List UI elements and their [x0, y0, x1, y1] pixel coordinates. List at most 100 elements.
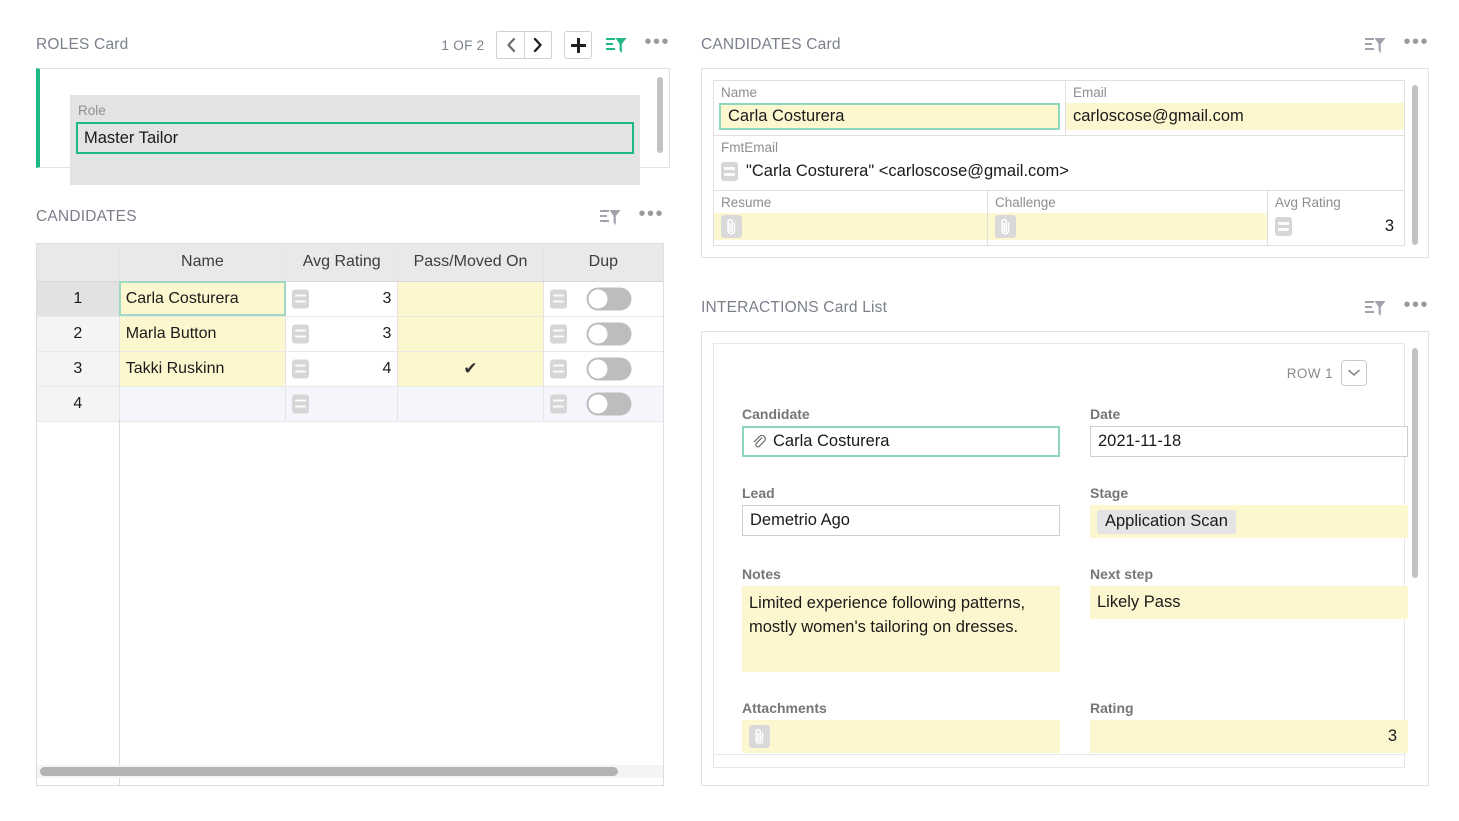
column-header-avg-rating[interactable]: Avg Rating	[286, 244, 398, 281]
column-header-pass-moved-on[interactable]: Pass/Moved On	[398, 244, 543, 281]
stage-field-value-wrap[interactable]: Application Scan	[1090, 505, 1408, 538]
attachment-icon[interactable]	[721, 215, 742, 238]
candidates-scroll-thumb[interactable]	[40, 767, 618, 776]
avg-rating-value: 4	[382, 360, 391, 377]
dup-cell[interactable]	[543, 386, 663, 421]
row-label: ROW 1	[1287, 366, 1333, 381]
role-field-label: Role	[70, 103, 640, 118]
name-field-value[interactable]: Carla Costurera	[719, 103, 1060, 130]
row-spacer	[1060, 672, 1090, 700]
candidates-card-vertical-scrollbar[interactable]	[1412, 85, 1418, 245]
formula-icon	[292, 394, 309, 413]
candidates-more-button[interactable]: •••	[638, 209, 664, 225]
attachment-icon[interactable]	[749, 725, 770, 748]
next-step-field-value[interactable]: Likely Pass	[1090, 586, 1408, 619]
name-cell[interactable]: Marla Button	[119, 316, 285, 351]
table-row[interactable]: 3 Takki Ruskinn 4 ✔	[37, 351, 664, 386]
avg-rating-cell[interactable]: 4	[286, 351, 398, 386]
candidates-grid[interactable]: Name Avg Rating Pass/Moved On Dup 1 Carl…	[36, 243, 664, 786]
row-dropdown-button[interactable]	[1341, 360, 1367, 386]
candidates-card-filter-button[interactable]	[1363, 33, 1387, 57]
name-field-label: Name	[714, 85, 1065, 103]
avg-rating-field-value-wrap[interactable]: 3	[1268, 213, 1404, 240]
roles-more-button[interactable]: •••	[644, 37, 670, 53]
candidates-card-header: CANDIDATES Card •••	[701, 32, 1429, 58]
name-cell[interactable]: Takki Ruskinn	[119, 351, 285, 386]
date-field-label: Date	[1090, 406, 1408, 422]
candidates-card-panel: Name Carla Costurera Email carloscose@gm…	[701, 68, 1429, 258]
notes-field-label: Notes	[742, 566, 1060, 582]
avg-rating-cell[interactable]: 3	[286, 281, 398, 316]
attachment-icon[interactable]	[995, 215, 1016, 238]
fmtemail-field-value-wrap[interactable]: "Carla Costurera" <carloscose@gmail.com>	[714, 158, 1404, 185]
chevron-right-icon	[533, 38, 543, 52]
table-row[interactable]: 4	[37, 386, 664, 421]
candidates-filter-button[interactable]	[598, 205, 622, 229]
candidates-card-title: CANDIDATES Card	[701, 36, 841, 54]
resume-field-value[interactable]	[714, 213, 987, 240]
interaction-card: ROW 1 Candidate	[713, 343, 1405, 768]
interactions-title: INTERACTIONS Card List	[701, 299, 887, 317]
name-cell[interactable]	[119, 386, 285, 421]
notes-field-value[interactable]: Limited experience following patterns, m…	[742, 586, 1060, 672]
avg-rating-cell[interactable]: 3	[286, 316, 398, 351]
interactions-more-button[interactable]: •••	[1403, 300, 1429, 316]
row-number-cell[interactable]: 4	[37, 386, 119, 421]
pass-moved-on-cell[interactable]	[398, 281, 543, 316]
candidates-horizontal-scrollbar[interactable]	[37, 765, 663, 778]
pass-moved-on-cell[interactable]	[398, 316, 543, 351]
interactions-vertical-scrollbar[interactable]	[1412, 348, 1418, 578]
candidate-field-value: Carla Costurera	[773, 432, 889, 451]
date-field-value[interactable]: 2021-11-18	[1090, 426, 1408, 457]
column-header-name[interactable]: Name	[119, 244, 285, 281]
interactions-panel: ROW 1 Candidate	[701, 331, 1429, 786]
name-cell[interactable]: Carla Costurera	[119, 281, 285, 316]
grid-gutter	[1060, 485, 1090, 538]
dup-cell[interactable]	[543, 316, 663, 351]
next-step-field-label: Next step	[1090, 566, 1408, 582]
add-record-button[interactable]	[564, 31, 592, 59]
pass-moved-on-cell[interactable]: ✔	[398, 351, 543, 386]
previous-record-button[interactable]	[496, 31, 524, 59]
interactions-filter-button[interactable]	[1363, 296, 1387, 320]
challenge-field-value[interactable]	[988, 213, 1267, 240]
row-number-cell[interactable]: 2	[37, 316, 119, 351]
candidates-card-more-button[interactable]: •••	[1403, 37, 1429, 53]
candidates-table: Name Avg Rating Pass/Moved On Dup 1 Carl…	[37, 244, 664, 422]
next-record-button[interactable]	[524, 31, 552, 59]
dup-toggle[interactable]	[587, 322, 632, 345]
rating-field-value[interactable]: 3	[1090, 720, 1408, 753]
formula-icon	[292, 289, 309, 308]
lead-field-value[interactable]: Demetrio Ago	[742, 505, 1060, 536]
card-row-fmtemail: FmtEmail "Carla Costurera" <carloscose@g…	[714, 136, 1404, 191]
rating-field-label: Rating	[1090, 700, 1408, 716]
email-field-value[interactable]: carloscose@gmail.com	[1066, 103, 1404, 130]
roles-vertical-scrollbar[interactable]	[655, 77, 665, 159]
avg-rating-field-label: Avg Rating	[1268, 195, 1404, 213]
roles-scroll-thumb[interactable]	[657, 77, 663, 153]
row-number-cell[interactable]: 3	[37, 351, 119, 386]
dup-toggle[interactable]	[587, 357, 632, 380]
pass-moved-on-cell[interactable]	[398, 386, 543, 421]
roles-filter-button[interactable]	[604, 33, 628, 57]
lead-field-label: Lead	[742, 485, 1060, 501]
stage-chip[interactable]: Application Scan	[1097, 510, 1236, 534]
avg-rating-cell[interactable]	[286, 386, 398, 421]
dup-toggle[interactable]	[587, 287, 632, 310]
candidate-field-value-wrap[interactable]: Carla Costurera	[742, 426, 1060, 457]
role-field-input[interactable]: Master Tailor	[76, 122, 634, 154]
table-row[interactable]: 2 Marla Button 3	[37, 316, 664, 351]
column-header-rownum[interactable]	[37, 244, 119, 281]
formula-icon	[550, 394, 567, 413]
plus-icon	[571, 38, 586, 53]
row-number-cell[interactable]: 1	[37, 281, 119, 316]
attachments-field-value[interactable]	[742, 720, 1060, 753]
interaction-fields: Candidate Carla Costurera Date 2021-11-1…	[742, 406, 1376, 753]
avg-rating-field-value: 3	[1385, 217, 1394, 236]
column-header-dup[interactable]: Dup	[543, 244, 663, 281]
table-row[interactable]: 1 Carla Costurera 3	[37, 281, 664, 316]
dup-cell[interactable]	[543, 281, 663, 316]
dup-toggle[interactable]	[587, 392, 632, 415]
dup-cell[interactable]	[543, 351, 663, 386]
formula-icon	[721, 162, 738, 181]
